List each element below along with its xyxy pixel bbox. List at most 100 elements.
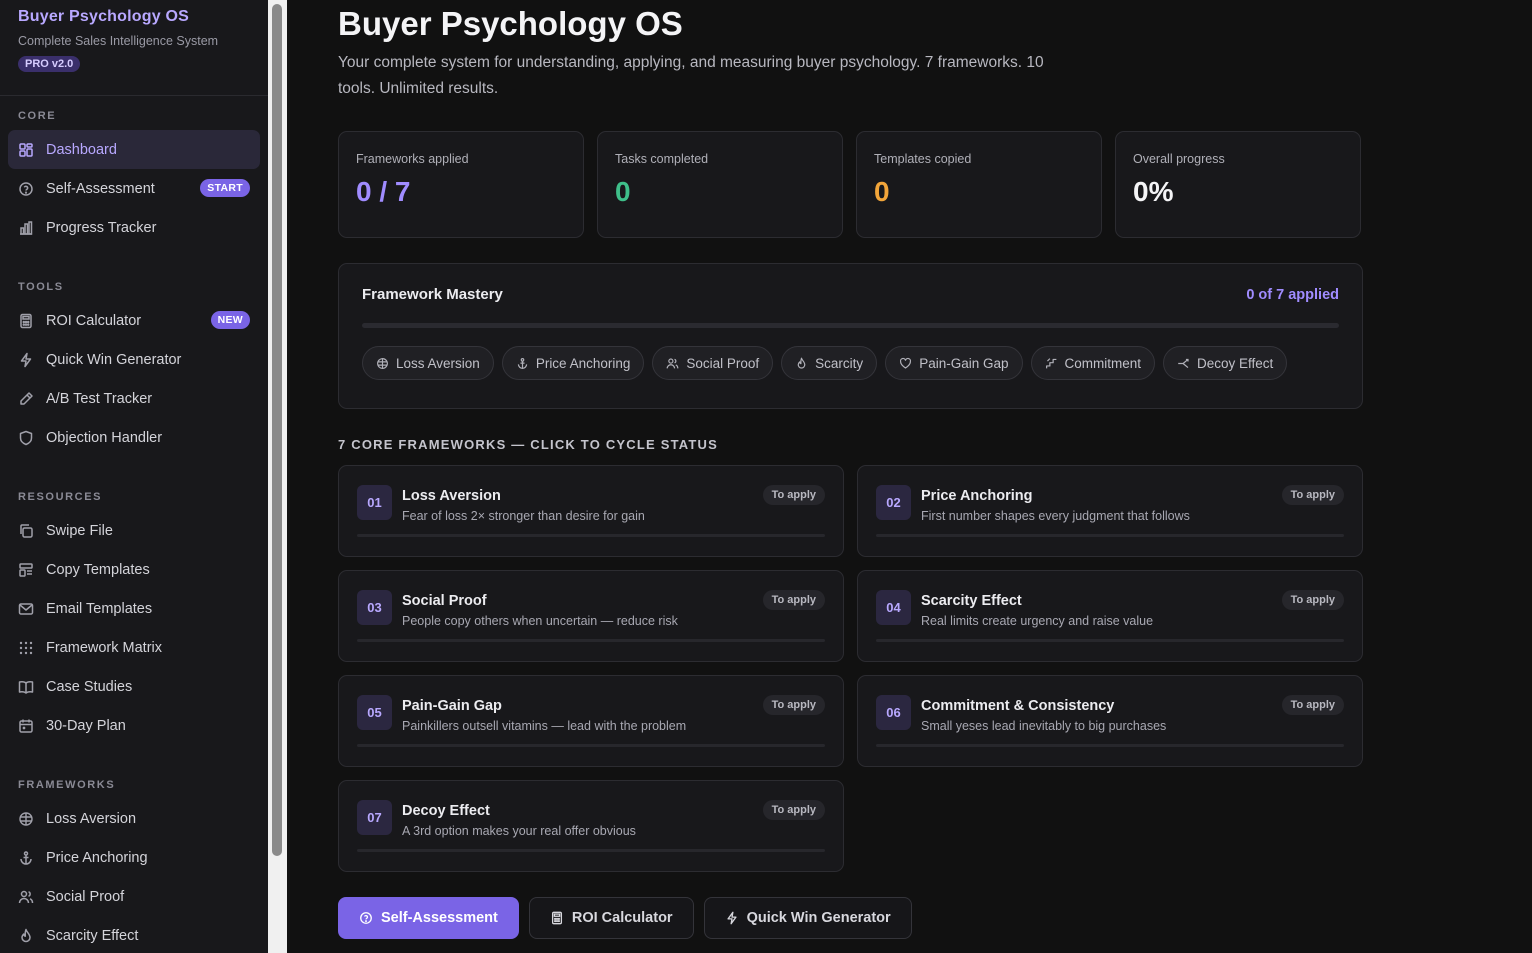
- sidebar-item-self-assessment[interactable]: Self-Assessment START: [8, 169, 260, 208]
- framework-status-badge[interactable]: To apply: [1281, 485, 1344, 505]
- frameworks-grid: 01 Loss Aversion Fear of loss 2× stronger …: [338, 465, 1363, 872]
- framework-number: 04: [876, 590, 911, 625]
- chip-label: Commitment: [1064, 355, 1142, 371]
- sidebar-item-dashboard[interactable]: Dashboard: [8, 130, 260, 169]
- framework-progress-line: [876, 744, 1344, 747]
- stat-label: Tasks completed: [615, 152, 709, 166]
- sidebar-item-label: 30-Day Plan: [46, 717, 126, 734]
- button-label: Quick Win Generator: [746, 910, 891, 926]
- framework-chip-decoy-effect[interactable]: Decoy Effect: [1163, 346, 1288, 380]
- framework-name: Loss Aversion: [402, 488, 501, 504]
- lightning-icon: [18, 352, 34, 368]
- framework-chip-pain-gain-gap[interactable]: Pain-Gain Gap: [885, 346, 1023, 380]
- stat-card: Overall progress 0%: [1115, 131, 1361, 238]
- sidebar-item-loss-aversion[interactable]: Loss Aversion: [8, 799, 260, 838]
- brand-title: Buyer Psychology OS: [18, 8, 189, 25]
- stat-card: Templates copied 0: [856, 131, 1102, 238]
- sidebar-item-progress-tracker[interactable]: Progress Tracker: [8, 208, 260, 247]
- sidebar-item-label: Social Proof: [46, 888, 125, 905]
- mastery-count: 0 of 7 applied: [1246, 286, 1339, 303]
- chip-label: Scarcity: [815, 355, 864, 371]
- framework-chip-commitment[interactable]: Commitment: [1030, 346, 1156, 380]
- stat-label: Frameworks applied: [356, 152, 469, 166]
- heart-icon: [899, 357, 912, 370]
- framework-chip-scarcity[interactable]: Scarcity: [781, 346, 878, 380]
- stat-label: Templates copied: [874, 152, 972, 166]
- sidebar-section-label: TOOLS: [18, 281, 64, 293]
- self-assessment-button[interactable]: Self-Assessment: [338, 897, 519, 939]
- framework-progress-line: [357, 744, 825, 747]
- sidebar: Buyer Psychology OS Complete Sales Intel…: [0, 0, 268, 953]
- sidebar-section-label: CORE: [18, 110, 57, 122]
- lightning-icon: [725, 911, 739, 925]
- copy-icon: [18, 523, 34, 539]
- framework-progress-line: [357, 849, 825, 852]
- sidebar-item-badge: START: [200, 179, 250, 197]
- button-label: Self-Assessment: [381, 910, 498, 926]
- page-title: Buyer Psychology OS: [338, 5, 683, 42]
- framework-status-badge[interactable]: To apply: [762, 590, 825, 610]
- framework-number: 06: [876, 695, 911, 730]
- sidebar-item-label: Email Templates: [46, 600, 153, 617]
- sidebar-item-30-day-plan[interactable]: 30-Day Plan: [8, 706, 260, 745]
- framework-card[interactable]: 06 Commitment & Consistency Small yeses le…: [857, 675, 1363, 767]
- framework-chip-social-proof[interactable]: Social Proof: [652, 346, 774, 380]
- framework-text: Scarcity Effect Real limits create urgenc…: [921, 593, 1153, 628]
- sidebar-scrollbar-thumb[interactable]: [272, 4, 282, 856]
- flame-icon: [18, 928, 34, 944]
- sidebar-item-framework-matrix[interactable]: Framework Matrix: [8, 628, 260, 667]
- shield-icon: [18, 430, 34, 446]
- book-icon: [18, 679, 34, 695]
- quick-win-generator-button[interactable]: Quick Win Generator: [703, 897, 912, 939]
- frameworks-heading: 7 CORE FRAMEWORKS — CLICK TO CYCLE STATU…: [338, 437, 718, 452]
- chip-label: Price Anchoring: [535, 355, 631, 371]
- button-label: ROI Calculator: [571, 910, 673, 926]
- sidebar-item-swipe-file[interactable]: Swipe File: [8, 511, 260, 550]
- grid-icon: [18, 142, 34, 158]
- framework-name: Decoy Effect: [402, 803, 490, 819]
- framework-card[interactable]: 01 Loss Aversion Fear of loss 2× stronger …: [338, 465, 844, 557]
- framework-chip-loss-aversion[interactable]: Loss Aversion: [362, 346, 494, 380]
- sidebar-item-copy-templates[interactable]: Copy Templates: [8, 550, 260, 589]
- sidebar-item-email-templates[interactable]: Email Templates: [8, 589, 260, 628]
- sidebar-item-a-b-test-tracker[interactable]: A/B Test Tracker: [8, 379, 260, 418]
- users-icon: [666, 357, 679, 370]
- sidebar-item-case-studies[interactable]: Case Studies: [8, 667, 260, 706]
- sidebar-item-objection-handler[interactable]: Objection Handler: [8, 418, 260, 457]
- stat-value: 0%: [1133, 176, 1174, 207]
- sidebar-item-roi-calculator[interactable]: ROI Calculator NEW: [8, 301, 260, 340]
- sidebar-item-price-anchoring[interactable]: Price Anchoring: [8, 838, 260, 877]
- page-description: Your complete system for understanding, …: [338, 54, 1044, 97]
- calculator-icon: [550, 911, 564, 925]
- framework-card[interactable]: 04 Scarcity Effect Real limits create urge…: [857, 570, 1363, 662]
- sidebar-section-label: RESOURCES: [18, 491, 103, 503]
- framework-description: Fear of loss 2× stronger than desire for…: [402, 509, 645, 523]
- sidebar-item-label: Dashboard: [46, 141, 117, 158]
- bar-chart-icon: [18, 220, 34, 236]
- framework-card[interactable]: 02 Price Anchoring First number shapes eve…: [857, 465, 1363, 557]
- stat-value: 0 / 7: [356, 176, 411, 207]
- framework-mastery-card: Framework Mastery 0 of 7 applied Loss Av…: [338, 263, 1363, 409]
- framework-card[interactable]: 05 Pain-Gain Gap Painkillers outsell vitam…: [338, 675, 844, 767]
- sidebar-item-social-proof[interactable]: Social Proof: [8, 877, 260, 916]
- framework-name: Pain-Gain Gap: [402, 698, 502, 714]
- framework-chip-price-anchoring[interactable]: Price Anchoring: [501, 346, 645, 380]
- framework-status-badge[interactable]: To apply: [762, 800, 825, 820]
- version-badge: PRO v2.0: [18, 56, 81, 72]
- framework-number: 02: [876, 485, 911, 520]
- sidebar-item-scarcity-effect[interactable]: Scarcity Effect: [8, 916, 260, 953]
- framework-status-badge[interactable]: To apply: [1281, 590, 1344, 610]
- chip-label: Social Proof: [686, 355, 760, 371]
- framework-card[interactable]: 03 Social Proof People copy others when un…: [338, 570, 844, 662]
- framework-text: Pain-Gain Gap Painkillers outsell vitamin…: [402, 698, 686, 733]
- sidebar-nav: CORE Dashboard Self-Assessment START Progres…: [0, 110, 268, 953]
- framework-status-badge[interactable]: To apply: [1281, 695, 1344, 715]
- main-content: Buyer Psychology OS Your complete system…: [338, 0, 1363, 939]
- framework-card[interactable]: 07 Decoy Effect A 3rd option makes your re…: [338, 780, 844, 872]
- framework-status-badge[interactable]: To apply: [762, 485, 825, 505]
- framework-status-badge[interactable]: To apply: [762, 695, 825, 715]
- sidebar-item-quick-win-generator[interactable]: Quick Win Generator: [8, 340, 260, 379]
- roi-calculator-button[interactable]: ROI Calculator: [528, 897, 694, 939]
- framework-text: Social Proof People copy others when unce…: [402, 593, 678, 628]
- split-icon: [1177, 357, 1190, 370]
